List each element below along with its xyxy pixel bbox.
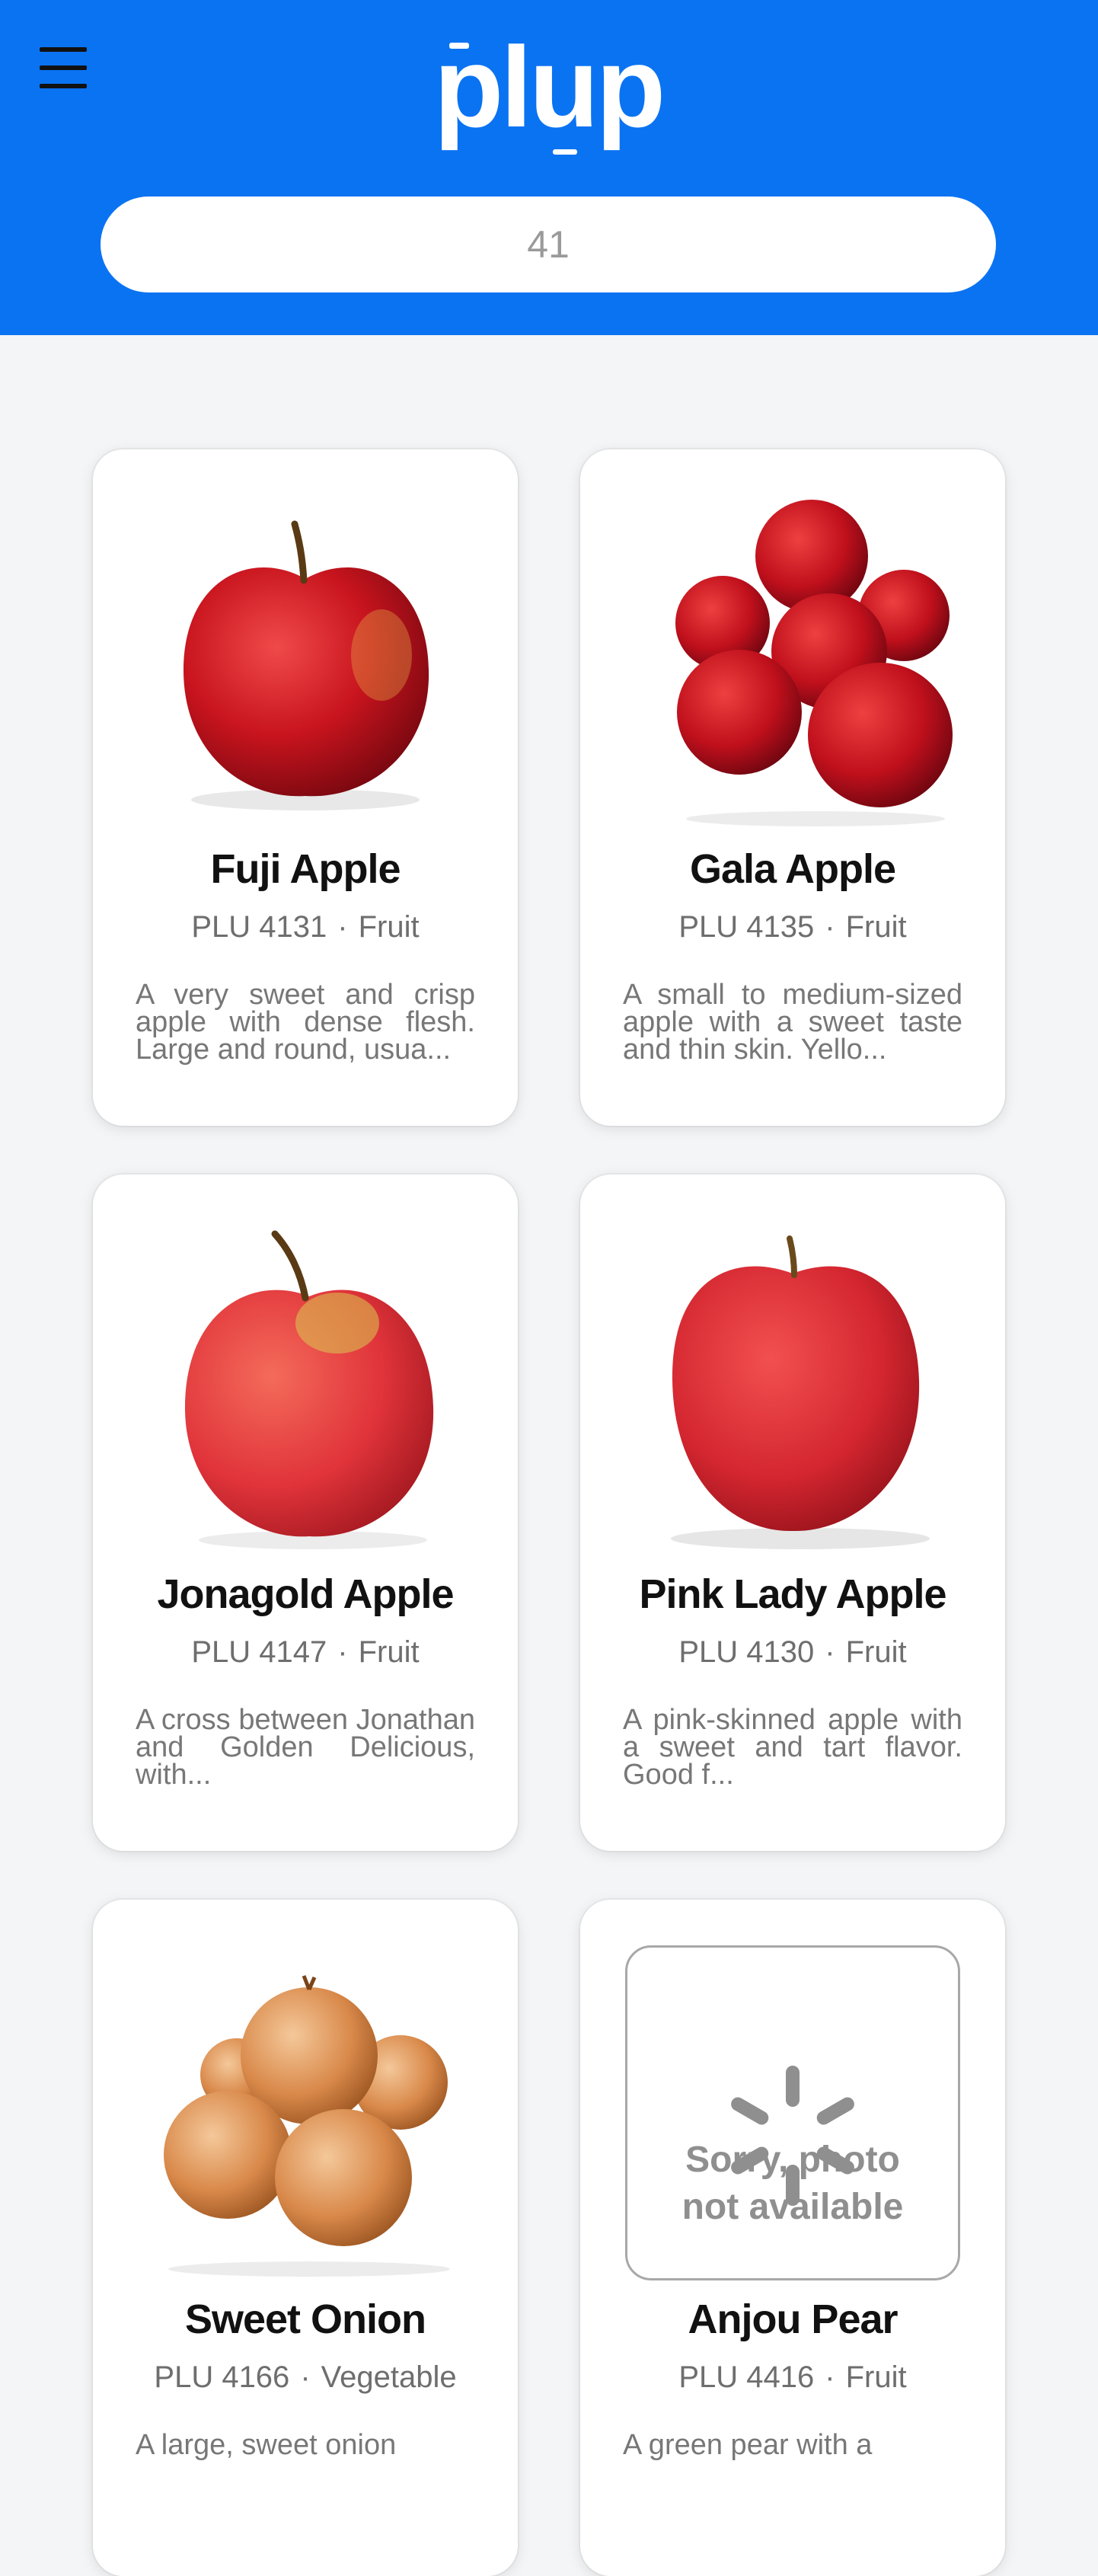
product-card-jonagold-apple[interactable]: Jonagold Apple PLU 4147 · Fruit A cross be… — [93, 1175, 518, 1851]
product-description: A large, sweet onion — [136, 2431, 397, 2461]
product-category: Fruit — [845, 1635, 907, 1669]
product-description: A small to medium-sized apple with a swe… — [623, 981, 962, 1066]
product-category: Fruit — [358, 1635, 420, 1669]
product-category: Fruit — [845, 2360, 907, 2394]
product-name: Pink Lady Apple — [639, 1571, 946, 1617]
plu-code: PLU 4131 — [191, 910, 327, 944]
product-card-sweet-onion[interactable]: Sweet Onion PLU 4166 · Vegetable A large, … — [93, 1900, 518, 2576]
pink-lady-apple-photo — [625, 1220, 960, 1555]
meta-separator: · — [300, 2360, 311, 2394]
product-name: Anjou Pear — [688, 2296, 898, 2342]
product-name: Gala Apple — [689, 846, 896, 892]
meta-separator: · — [825, 910, 835, 944]
product-category: Vegetable — [321, 2360, 457, 2394]
meta-separator: · — [825, 2360, 835, 2394]
product-description: A very sweet and crisp apple with dense … — [136, 981, 475, 1066]
product-card-fuji-apple[interactable]: Fuji Apple PLU 4131 · Fruit A very sweet a… — [93, 449, 518, 1126]
jonagold-apple-photo — [138, 1220, 473, 1555]
meta-separator: · — [825, 1635, 835, 1669]
product-category: Fruit — [358, 910, 420, 944]
photo-unavailable-placeholder: Sorry, photo not available — [625, 1945, 960, 2280]
product-card-pink-lady-apple[interactable]: Pink Lady Apple PLU 4130 · Fruit A pink-sk… — [580, 1175, 1005, 1851]
product-name: Fuji Apple — [210, 846, 401, 892]
product-card-anjou-pear[interactable]: Sorry, photo not available Anjou Pear PL… — [580, 1900, 1005, 2576]
photo-unavailable-text: Sorry, photo not available — [627, 2137, 958, 2231]
product-category: Fruit — [845, 910, 907, 944]
placeholder-line-2: not available — [681, 2187, 904, 2227]
product-meta: PLU 4416 · Fruit — [595, 2360, 990, 2395]
product-meta: PLU 4130 · Fruit — [595, 1635, 990, 1670]
product-meta: PLU 4147 · Fruit — [108, 1635, 503, 1670]
plu-code: PLU 4135 — [678, 910, 815, 944]
product-description: A green pear with a — [623, 2431, 873, 2461]
product-name: Jonagold Apple — [157, 1571, 455, 1617]
gala-apples-photo — [625, 495, 960, 830]
sweet-onions-photo — [138, 1945, 473, 2280]
fuji-apple-photo — [138, 495, 473, 830]
plu-code: PLU 4147 — [191, 1635, 327, 1669]
product-meta: PLU 4166 · Vegetable — [108, 2360, 503, 2395]
meta-separator: · — [337, 1635, 348, 1669]
meta-separator: · — [337, 910, 348, 944]
product-description: A cross between Jonathan and Golden Deli… — [136, 1706, 475, 1791]
product-meta: PLU 4131 · Fruit — [108, 910, 503, 944]
product-card-gala-apple[interactable]: Gala Apple PLU 4135 · Fruit A small to med… — [580, 449, 1005, 1126]
placeholder-frame: Sorry, photo not available — [625, 1945, 960, 2280]
product-meta: PLU 4135 · Fruit — [595, 910, 990, 944]
product-description: A pink-skinned apple with a sweet and ta… — [623, 1706, 962, 1791]
product-name: Sweet Onion — [184, 2296, 426, 2342]
plu-code: PLU 4166 — [154, 2360, 290, 2394]
product-grid: Fuji Apple PLU 4131 · Fruit A very sweet a… — [0, 0, 1098, 2576]
placeholder-line-1: Sorry, photo — [685, 2140, 900, 2180]
plu-code: PLU 4416 — [678, 2360, 815, 2394]
plu-code: PLU 4130 — [678, 1635, 815, 1669]
